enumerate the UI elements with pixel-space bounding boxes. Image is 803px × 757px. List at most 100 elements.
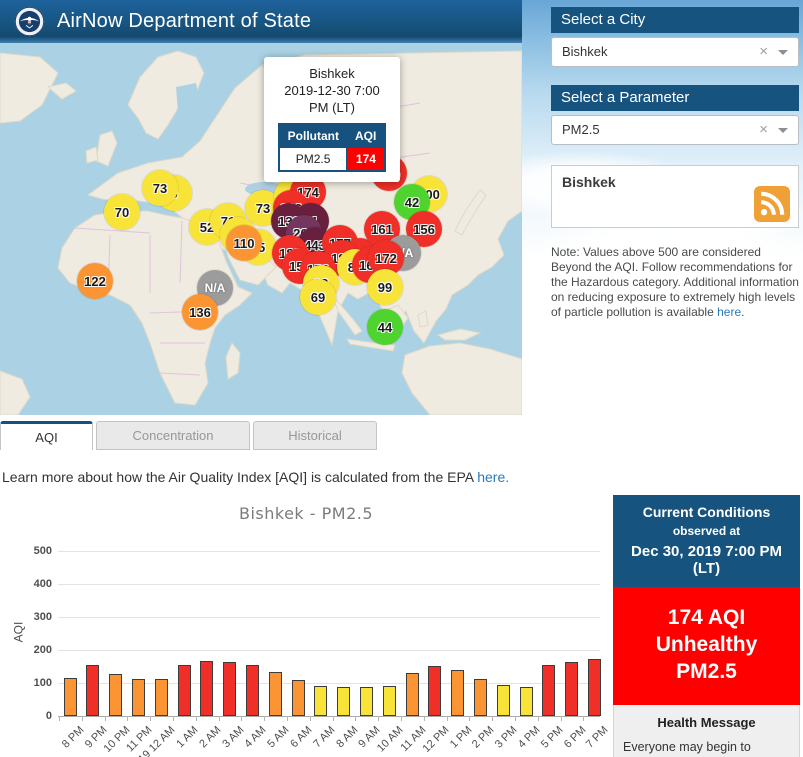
city-select-title: Select a City [561,11,645,28]
popup-date-line2: PM (LT) [270,99,394,116]
learn-more-text: Learn more about how the Air Quality Ind… [2,469,509,485]
health-message-block: Health Message Everyone may begin to exp… [613,705,800,757]
aqi-marker[interactable]: 69 [300,279,336,315]
x-tick-mark [515,716,516,721]
aqi-marker[interactable]: 122 [77,263,113,299]
x-tick-mark [378,716,379,721]
tab-concentration[interactable]: Concentration [96,421,250,450]
aqi-bar [64,678,77,716]
city-select-header: Select a City [551,7,799,33]
x-tick-mark [150,716,151,721]
aqi-bar [155,679,168,716]
x-tick-mark [287,716,288,721]
aqi-bar [109,674,122,716]
popup-col-aqi: AQI [347,124,385,148]
x-tick-label: 5 PM [539,724,566,751]
aqi-bar [246,665,259,716]
x-tick-mark [173,716,174,721]
observation-datetime: Dec 30, 2019 7:00 PM (LT) [619,543,794,577]
learn-more-here-link[interactable]: here. [477,469,509,485]
clear-city-icon[interactable]: × [759,38,768,66]
city-select[interactable]: Bishkek × [551,37,799,67]
gridline [58,551,600,552]
current-conditions-header: Current Conditions observed at Dec 30, 2… [613,495,800,587]
y-tick-label: 100 [18,677,52,689]
x-tick-mark [401,716,402,721]
aqi-bar [292,680,305,716]
aqi-bar [520,687,533,716]
aqi-chart: Bishkek - PM2.5 AQI 01002003004005008 PM… [0,490,612,757]
parameter-select[interactable]: PM2.5 × [551,115,799,145]
popup-table: Pollutant AQI PM2.5 174 [278,123,387,172]
aqi-marker[interactable]: 73 [142,170,178,206]
clear-parameter-icon[interactable]: × [759,116,768,144]
chevron-down-icon[interactable] [778,128,788,133]
aqi-bar [451,670,464,716]
y-tick-label: 400 [18,578,52,590]
aqi-bar [132,679,145,716]
note-here-link[interactable]: here [717,305,741,319]
x-tick-mark [219,716,220,721]
aqi-bar [337,687,350,716]
feed-box: Bishkek [551,165,799,228]
x-tick-label: 4 PM [516,724,543,751]
aqi-value-line: 174 AQI [617,604,796,631]
aqi-bar [588,659,601,716]
x-tick-mark [447,716,448,721]
y-axis-label: AQI [11,622,25,643]
y-tick-label: 500 [18,545,52,557]
aqi-bar [200,661,213,716]
x-tick-label: 8 PM [60,724,87,751]
tab-aqi[interactable]: AQI [0,421,93,450]
x-tick-label: 1 AM [174,724,200,750]
x-tick-label: 8 AM [334,724,360,750]
aqi-bar [269,672,282,716]
city-select-value: Bishkek [562,44,608,59]
x-tick-label: 1 PM [447,724,474,751]
x-tick-mark [492,716,493,721]
aqi-marker[interactable]: 110 [226,225,262,261]
popup-col-pollutant: Pollutant [279,124,347,148]
y-tick-label: 300 [18,611,52,623]
y-tick-label: 0 [18,710,52,722]
observed-at-label: observed at [619,524,794,538]
gridline [58,617,600,618]
tab-historical[interactable]: Historical [253,421,377,450]
aqi-marker[interactable]: 136 [182,294,218,330]
x-tick-label: 4 AM [243,724,269,750]
current-conditions-title: Current Conditions [619,504,794,520]
x-tick-mark [469,716,470,721]
aqi-marker[interactable]: 99 [367,269,403,305]
x-tick-label: 7 AM [311,724,337,750]
aqi-bar [565,662,578,716]
parameter-select-value: PM2.5 [562,122,600,137]
x-tick-label: 10 AM [375,724,406,755]
x-tick-mark [196,716,197,721]
x-tick-label: 5 AM [265,724,291,750]
chevron-down-icon[interactable] [778,50,788,55]
aqi-marker[interactable]: 70 [104,194,140,230]
aqi-bar [406,673,419,716]
popup-city: Bishkek [270,65,394,82]
x-tick-mark [333,716,334,721]
x-tick-label: 7 PM [584,724,611,751]
x-tick-mark [127,716,128,721]
x-tick-label: 3 AM [220,724,246,750]
x-tick-mark [310,716,311,721]
x-tick-label: 6 PM [561,724,588,751]
x-tick-label: 3 PM [493,724,520,751]
x-tick-label: 2 AM [197,724,223,750]
aqi-marker[interactable]: 44 [367,309,403,345]
app-title: AirNow Department of State [57,10,311,33]
aqi-bar [178,665,191,716]
world-map[interactable]: 573707352718595110122N/A1367917416641136… [0,43,522,415]
x-tick-mark [264,716,265,721]
x-tick-mark [355,716,356,721]
parameter-select-title: Select a Parameter [561,89,689,106]
rss-feed-icon[interactable] [754,186,790,222]
aqi-bar [86,665,99,716]
x-tick-mark [82,716,83,721]
gridline [58,716,600,717]
popup-date-line1: 2019-12-30 7:00 [270,82,394,99]
aqi-bar [542,665,555,716]
